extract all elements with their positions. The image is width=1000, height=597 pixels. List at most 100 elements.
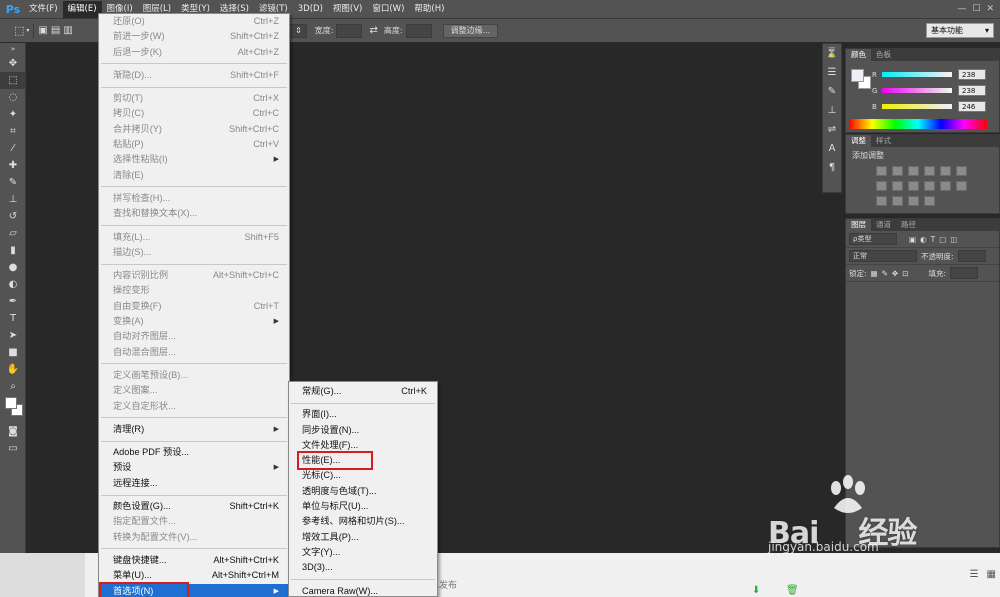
preferences-menu-item[interactable]: 常规(G)... Ctrl+K <box>289 384 437 399</box>
tab-swatches[interactable]: 色板 <box>871 49 896 61</box>
path-selection-tool-icon[interactable]: ➤ <box>0 327 26 344</box>
marquee-preset-icon[interactable]: ⬚ <box>14 24 24 37</box>
lock-transparency-icon[interactable]: ▦ <box>871 269 878 278</box>
edit-menu-item[interactable]: 还原(O) Ctrl+Z <box>99 14 289 29</box>
edit-menu-item[interactable]: 前进一步(W) Shift+Ctrl+Z <box>99 29 289 44</box>
menu-7[interactable]: 3D(D) <box>293 1 328 18</box>
red-value-input[interactable]: 238 <box>958 69 986 80</box>
edit-menu-item[interactable]: 查找和替换文本(X)... <box>99 206 289 221</box>
edit-menu-item[interactable]: 自动对齐图层... <box>99 329 289 344</box>
screen-mode-icon[interactable]: ▭ <box>0 440 26 457</box>
edit-menu-item[interactable]: 远程连接... <box>99 476 289 491</box>
lock-brush-icon[interactable]: ✎ <box>882 269 888 278</box>
edit-menu-item[interactable]: 内容识别比例 Alt+Shift+Ctrl+C <box>99 268 289 283</box>
filter-type-icon[interactable]: T <box>931 235 936 244</box>
filter-shape-icon[interactable]: ▢ <box>939 235 946 244</box>
hand-tool-icon[interactable]: ✋ <box>0 361 26 378</box>
pen-tool-icon[interactable]: ✒ <box>0 293 26 310</box>
edit-menu-item[interactable]: 预设 ▶ <box>99 460 289 475</box>
blend-mode-select[interactable]: 正常 <box>849 250 917 262</box>
vibrance-icon[interactable] <box>940 166 951 176</box>
workspace-select[interactable]: 基本功能 ▾ <box>926 23 994 38</box>
collapse-icon[interactable]: » <box>0 43 26 55</box>
posterize-icon[interactable] <box>876 196 887 206</box>
filter-adjustment-icon[interactable]: ◐ <box>920 235 927 244</box>
adjustments-panel-icon[interactable]: ⇌ <box>823 120 841 139</box>
preferences-menu-item[interactable]: 性能(E)... <box>289 451 437 471</box>
edit-menu-item[interactable]: 后退一步(K) Alt+Ctrl+Z <box>99 45 289 60</box>
close-icon[interactable]: ✕ <box>986 4 994 14</box>
edit-menu-item[interactable]: 合并拷贝(Y) Shift+Ctrl+C <box>99 122 289 137</box>
photo-filter-icon[interactable] <box>908 181 919 191</box>
menu-0[interactable]: 文件(F) <box>24 1 63 18</box>
brush-tool-icon[interactable]: ✎ <box>0 174 26 191</box>
brush-panel-icon[interactable]: ✎ <box>823 82 841 101</box>
selective-color-icon[interactable] <box>924 196 935 206</box>
tab-channels[interactable]: 通道 <box>871 219 896 231</box>
edit-menu-item[interactable]: 剪切(T) Ctrl+X <box>99 91 289 106</box>
lock-move-icon[interactable]: ✥ <box>892 269 898 278</box>
edit-menu-item[interactable]: 转换为配置文件(V)... <box>99 530 289 545</box>
rectangle-tool-icon[interactable]: ■ <box>0 344 26 361</box>
lasso-tool-icon[interactable]: ◌ <box>0 89 26 106</box>
edit-menu-item[interactable]: 颜色设置(G)... Shift+Ctrl+K <box>99 499 289 514</box>
selection-mode-new-icon[interactable]: ▣ <box>38 25 47 36</box>
refine-edge-button[interactable]: 调整边缘... <box>442 23 499 38</box>
tab-paths[interactable]: 路径 <box>896 219 921 231</box>
filter-pixel-icon[interactable]: ▣ <box>909 235 916 244</box>
edit-menu-item[interactable]: 定义自定形状... <box>99 399 289 414</box>
exposure-icon[interactable] <box>924 166 935 176</box>
height-input[interactable] <box>405 23 432 38</box>
history-panel-icon[interactable]: ⌛ <box>823 44 841 63</box>
crop-tool-icon[interactable]: ⌗ <box>0 123 26 140</box>
edit-menu-item[interactable]: 首选项(N) ▶ <box>99 581 289 597</box>
preferences-menu-item[interactable]: 透明度与色域(T)... <box>289 484 437 499</box>
blue-value-input[interactable]: 246 <box>958 101 986 112</box>
edit-menu-item[interactable]: 填充(L)... Shift+F5 <box>99 230 289 245</box>
marquee-tool-icon[interactable]: ⬚ <box>0 72 26 89</box>
blue-slider[interactable] <box>882 104 952 109</box>
edit-menu-item[interactable]: 粘贴(P) Ctrl+V <box>99 137 289 152</box>
edit-menu-item[interactable]: 操控变形 <box>99 283 289 298</box>
preferences-menu-item[interactable]: 参考线、网格和切片(S)... <box>289 514 437 529</box>
edit-menu-item[interactable]: 描边(S)... <box>99 245 289 260</box>
preferences-menu-item[interactable]: 3D(3)... <box>289 560 437 575</box>
width-input[interactable] <box>336 23 363 38</box>
foreground-color-swatch[interactable] <box>5 397 17 409</box>
eyedropper-tool-icon[interactable]: ⁄ <box>0 140 26 157</box>
curves-icon[interactable] <box>908 166 919 176</box>
threshold-icon[interactable] <box>892 196 903 206</box>
selection-mode-subtract-icon[interactable]: ▥ <box>63 25 72 36</box>
preferences-menu-item[interactable]: 同步设置(N)... <box>289 423 437 438</box>
preferences-menu-item[interactable]: 光标(C)... <box>289 468 437 483</box>
color-lookup-icon[interactable] <box>940 181 951 191</box>
preset-dropdown-icon[interactable]: ▾ <box>26 27 29 34</box>
fill-input[interactable] <box>950 267 979 279</box>
hue-saturation-icon[interactable] <box>956 166 967 176</box>
black-white-icon[interactable] <box>892 181 903 191</box>
edit-menu-item[interactable]: 变换(A) ▶ <box>99 314 289 329</box>
lock-all-icon[interactable]: ⊡ <box>902 269 908 278</box>
eraser-tool-icon[interactable]: ▱ <box>0 225 26 242</box>
preferences-menu-item[interactable]: Camera Raw(W)... <box>289 584 437 597</box>
invert-icon[interactable] <box>956 181 967 191</box>
opacity-input[interactable] <box>957 250 986 262</box>
levels-icon[interactable] <box>892 166 903 176</box>
edit-menu-item[interactable]: 拼写检查(H)... <box>99 191 289 206</box>
magic-wand-tool-icon[interactable]: ✦ <box>0 106 26 123</box>
gradient-tool-icon[interactable]: ▮ <box>0 242 26 259</box>
tab-styles[interactable]: 样式 <box>871 135 896 147</box>
selection-mode-add-icon[interactable]: ▤ <box>51 25 60 36</box>
preferences-menu-item[interactable]: 文字(Y)... <box>289 545 437 560</box>
layer-filter-select[interactable]: ρ类型 <box>849 233 897 245</box>
maximize-icon[interactable]: ☐ <box>972 4 980 14</box>
properties-panel-icon[interactable]: ☰ <box>823 63 841 82</box>
color-balance-icon[interactable] <box>876 181 887 191</box>
edit-menu-item[interactable]: 定义图案... <box>99 383 289 398</box>
edit-menu-item[interactable]: 定义画笔预设(B)... <box>99 368 289 383</box>
history-brush-tool-icon[interactable]: ↺ <box>0 208 26 225</box>
clone-source-panel-icon[interactable]: ⊥ <box>823 101 841 120</box>
edit-menu-item[interactable]: 菜单(U)... Alt+Shift+Ctrl+M <box>99 568 289 583</box>
red-slider[interactable] <box>882 72 952 77</box>
trash-icon[interactable]: 🗑 <box>786 585 799 596</box>
